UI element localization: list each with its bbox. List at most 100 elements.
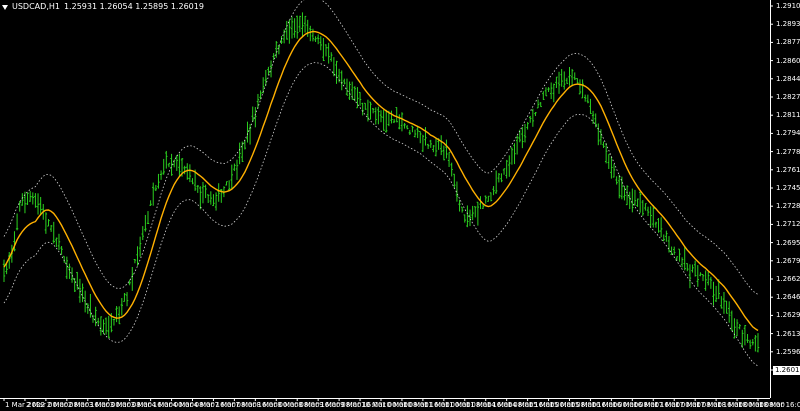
price-bar bbox=[447, 151, 451, 167]
price-bar bbox=[704, 270, 707, 291]
price-bar bbox=[453, 173, 456, 189]
price-bar bbox=[440, 135, 443, 156]
price-bar bbox=[146, 211, 150, 225]
price-bar bbox=[442, 145, 446, 161]
price-tick-label: 1.29100 bbox=[776, 2, 800, 10]
price-bar bbox=[720, 296, 723, 309]
price-bar bbox=[309, 25, 312, 42]
price-bar bbox=[343, 78, 346, 85]
price-bar bbox=[502, 168, 506, 175]
price-bar bbox=[285, 20, 288, 40]
price-bar bbox=[411, 125, 414, 133]
price-bar bbox=[646, 206, 650, 217]
price-bar bbox=[557, 71, 561, 94]
price-bar bbox=[149, 200, 152, 206]
price-tick-label: 1.28275 bbox=[776, 93, 800, 101]
chart-header: USDCAD,H1 1.25931 1.26054 1.25895 1.2601… bbox=[2, 2, 204, 12]
price-tick-label: 1.26790 bbox=[776, 256, 800, 265]
price-bar bbox=[395, 106, 398, 123]
price-bar bbox=[746, 333, 749, 343]
price-bar bbox=[707, 271, 710, 286]
price-bar bbox=[463, 214, 466, 223]
price-bar bbox=[612, 164, 616, 178]
price-bar bbox=[597, 123, 600, 146]
price-bar bbox=[458, 199, 461, 212]
price-tick-label: 1.28770 bbox=[776, 38, 800, 47]
price-bar bbox=[385, 109, 388, 133]
price-bar bbox=[607, 153, 610, 169]
price-bar bbox=[657, 217, 660, 233]
price-bar bbox=[178, 153, 181, 177]
price-bar bbox=[680, 257, 684, 268]
price-bar bbox=[602, 141, 605, 148]
price-bar bbox=[280, 35, 283, 44]
price-bar bbox=[65, 256, 69, 280]
price-bar bbox=[733, 318, 736, 339]
price-bar bbox=[450, 162, 453, 177]
price-bar bbox=[159, 170, 163, 180]
price-bar bbox=[494, 170, 498, 194]
price-bar bbox=[610, 156, 613, 179]
price-bar bbox=[2, 259, 6, 283]
price-bar bbox=[188, 164, 192, 183]
price-bar bbox=[301, 12, 304, 36]
price-bar bbox=[348, 81, 351, 101]
price-bar bbox=[293, 18, 296, 38]
price-bar bbox=[233, 163, 236, 172]
price-bar bbox=[322, 38, 325, 62]
price-bar bbox=[332, 57, 336, 77]
price-bar bbox=[97, 317, 100, 326]
price-bar bbox=[654, 221, 658, 228]
price-bar bbox=[290, 16, 294, 39]
price-bar bbox=[138, 236, 142, 257]
price-tick-label: 1.27945 bbox=[776, 129, 800, 138]
price-bar bbox=[251, 106, 254, 123]
price-bar bbox=[633, 189, 637, 206]
price-bar bbox=[152, 182, 155, 206]
price-bar bbox=[460, 206, 464, 213]
price-bar bbox=[487, 195, 490, 202]
price-bar bbox=[400, 112, 404, 132]
price-bar bbox=[256, 93, 260, 109]
chart-window[interactable]: USDCAD,H1 1.25931 1.26054 1.25895 1.2601… bbox=[0, 0, 800, 411]
price-bar bbox=[371, 108, 375, 114]
price-bar bbox=[26, 192, 29, 206]
price-bar bbox=[377, 106, 380, 125]
price-bar bbox=[18, 200, 21, 212]
price-bar bbox=[241, 141, 244, 162]
price-bar bbox=[136, 246, 139, 266]
price-tick-label: 1.26625 bbox=[776, 275, 800, 283]
moving-average-line bbox=[3, 30, 759, 332]
price-bar bbox=[531, 108, 535, 127]
price-bar bbox=[578, 79, 582, 95]
triangle-down-icon[interactable] bbox=[2, 4, 8, 10]
price-bar bbox=[678, 248, 681, 262]
price-bar bbox=[510, 147, 514, 165]
price-chart[interactable] bbox=[0, 0, 800, 411]
price-bar bbox=[728, 301, 731, 323]
price-bar bbox=[204, 184, 207, 199]
price-bar bbox=[665, 230, 668, 242]
price-tick-label: 1.26130 bbox=[776, 329, 800, 338]
price-bar bbox=[484, 195, 487, 204]
price-bar bbox=[39, 196, 42, 215]
price-bar bbox=[374, 107, 377, 125]
price-bar bbox=[584, 94, 587, 102]
price-bar bbox=[264, 69, 268, 86]
price-bar bbox=[21, 193, 24, 206]
price-bar bbox=[47, 219, 50, 227]
price-bar bbox=[560, 69, 563, 87]
price-bar bbox=[604, 142, 608, 164]
price-bar bbox=[107, 315, 110, 339]
price-bar bbox=[254, 107, 257, 128]
price-bar bbox=[434, 138, 438, 157]
price-bar bbox=[748, 339, 752, 349]
price-bar bbox=[544, 87, 548, 97]
price-bar bbox=[638, 191, 642, 213]
price-bar bbox=[125, 292, 129, 307]
price-bar bbox=[324, 44, 328, 57]
price-bar bbox=[589, 98, 592, 114]
current-price-badge: 1.26019 bbox=[773, 366, 800, 375]
price-bar bbox=[693, 260, 697, 277]
price-bar bbox=[570, 68, 574, 87]
